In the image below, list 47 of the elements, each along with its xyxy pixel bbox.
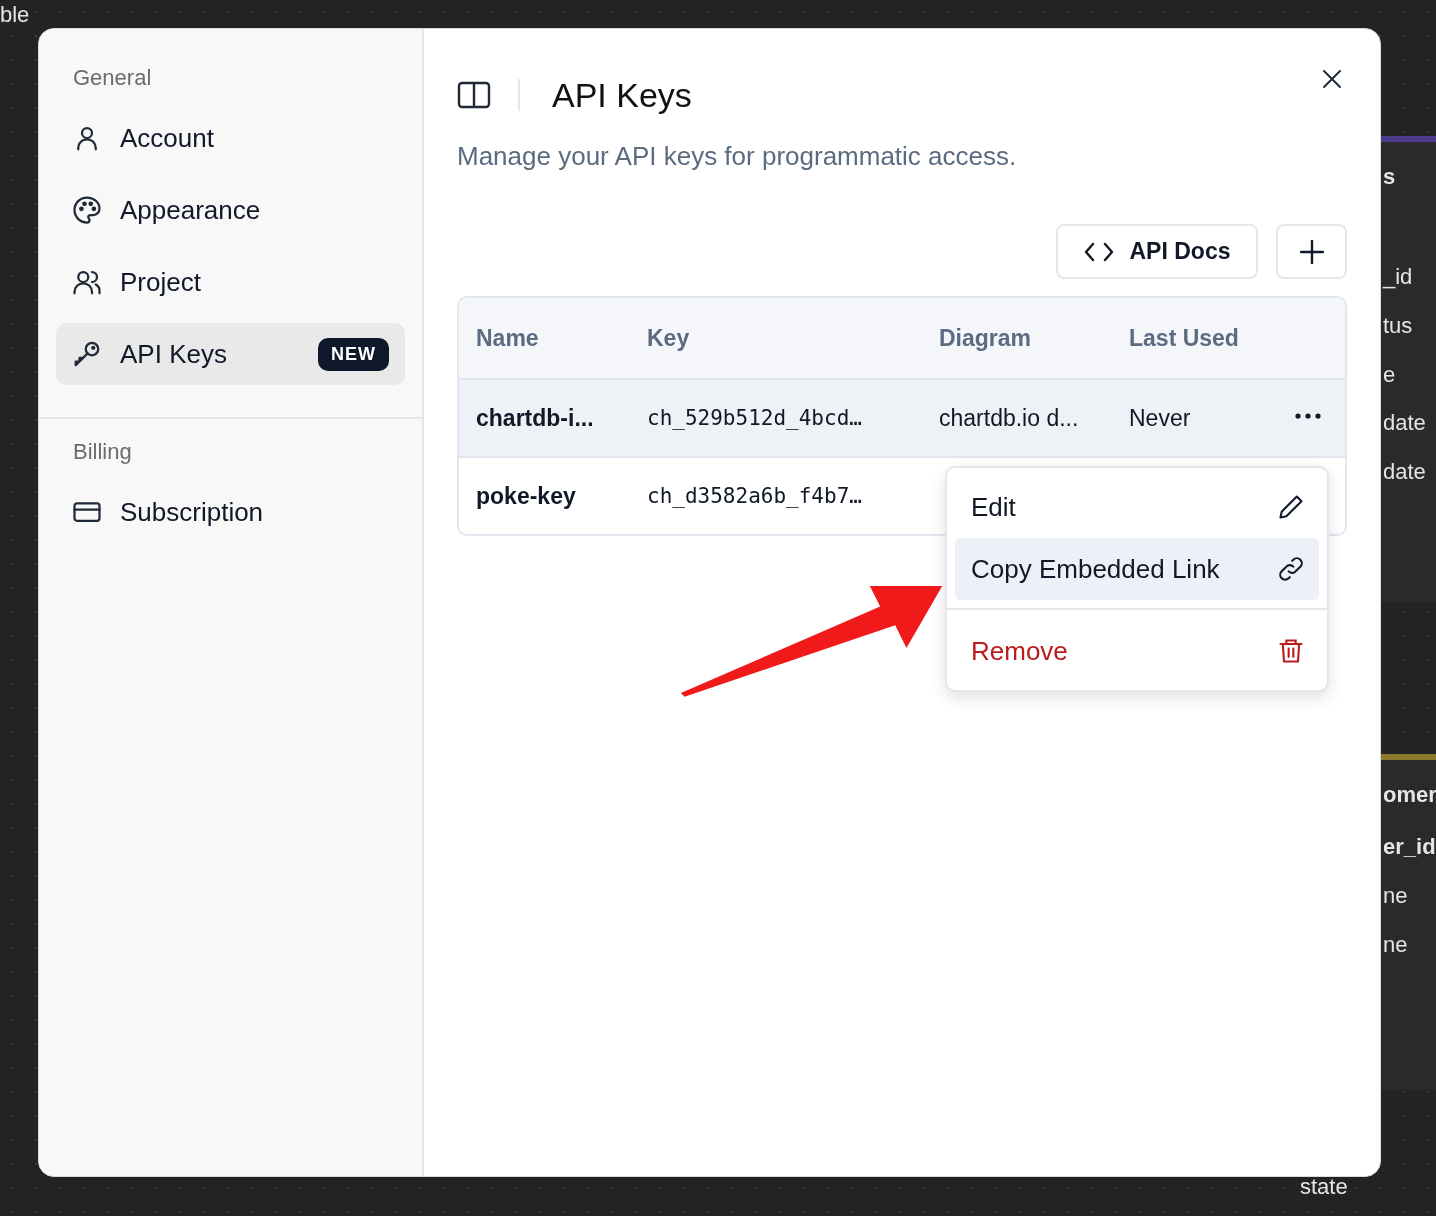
background-text: ble: [0, 1, 30, 29]
table-cell-text: chartdb-i...: [475, 404, 595, 432]
sidebar-item[interactable]: API Keys NEW: [56, 323, 405, 385]
table-cell-text: poke-key: [475, 482, 577, 510]
api-docs-button[interactable]: API Docs: [1056, 224, 1258, 279]
sidebar-item[interactable]: Subscription: [56, 481, 405, 543]
description-text: Manage your API keys for programmatic access.: [457, 141, 1018, 172]
background-text: ne: [1383, 931, 1408, 959]
background-text: _id: [1383, 263, 1413, 291]
table-cell-text: ch_d3582a6b_f4b7…: [647, 484, 863, 508]
table-cell-text: Never: [1129, 404, 1192, 432]
sidebar-item[interactable]: Project: [56, 251, 405, 313]
sidebar-item[interactable]: Account: [56, 107, 405, 169]
pencil-icon: [1277, 493, 1305, 521]
more-icon[interactable]: [1295, 413, 1321, 419]
sidebar-item[interactable]: Appearance: [56, 179, 405, 241]
menu-item[interactable]: Remove: [955, 620, 1319, 682]
sidebar-toggle-icon[interactable]: [457, 81, 491, 109]
background-text: state: [1300, 1173, 1348, 1201]
column-header: Diagram: [939, 324, 1033, 352]
column-header: Key: [647, 324, 691, 352]
link-icon: [1277, 555, 1305, 583]
trash-icon: [1277, 637, 1305, 665]
close-icon[interactable]: [1322, 69, 1342, 89]
dialog-title: API Keys: [552, 75, 693, 115]
menu-item[interactable]: Copy Embedded Link: [955, 538, 1319, 600]
background-text: s: [1383, 163, 1396, 191]
table-row[interactable]: chartdb-i... ch_529b512d_4bcd… chartdb.io d... Never: [459, 378, 1345, 456]
background-text: ne: [1383, 882, 1408, 910]
code-icon: [1083, 241, 1114, 262]
column-header: Name: [475, 324, 540, 352]
appearance-icon: [72, 195, 102, 225]
column-header: Last Used: [1129, 324, 1240, 352]
plus-icon: [1299, 239, 1324, 264]
section-title: Billing: [72, 439, 133, 465]
background-text: er_id: [1383, 833, 1436, 861]
background-text: e: [1383, 361, 1396, 389]
table-cell-text: ch_529b512d_4bcd…: [647, 406, 863, 430]
background-text: date: [1383, 409, 1426, 437]
section-title: General: [72, 65, 153, 91]
add-button[interactable]: [1276, 224, 1347, 279]
background-text: tus: [1383, 312, 1413, 340]
key-icon: [72, 339, 102, 369]
background-text: date: [1383, 458, 1426, 486]
table-cell-text: chartdb.io d...: [939, 404, 1080, 432]
new-badge: NEW: [318, 337, 389, 371]
background-text: omer: [1383, 781, 1436, 809]
